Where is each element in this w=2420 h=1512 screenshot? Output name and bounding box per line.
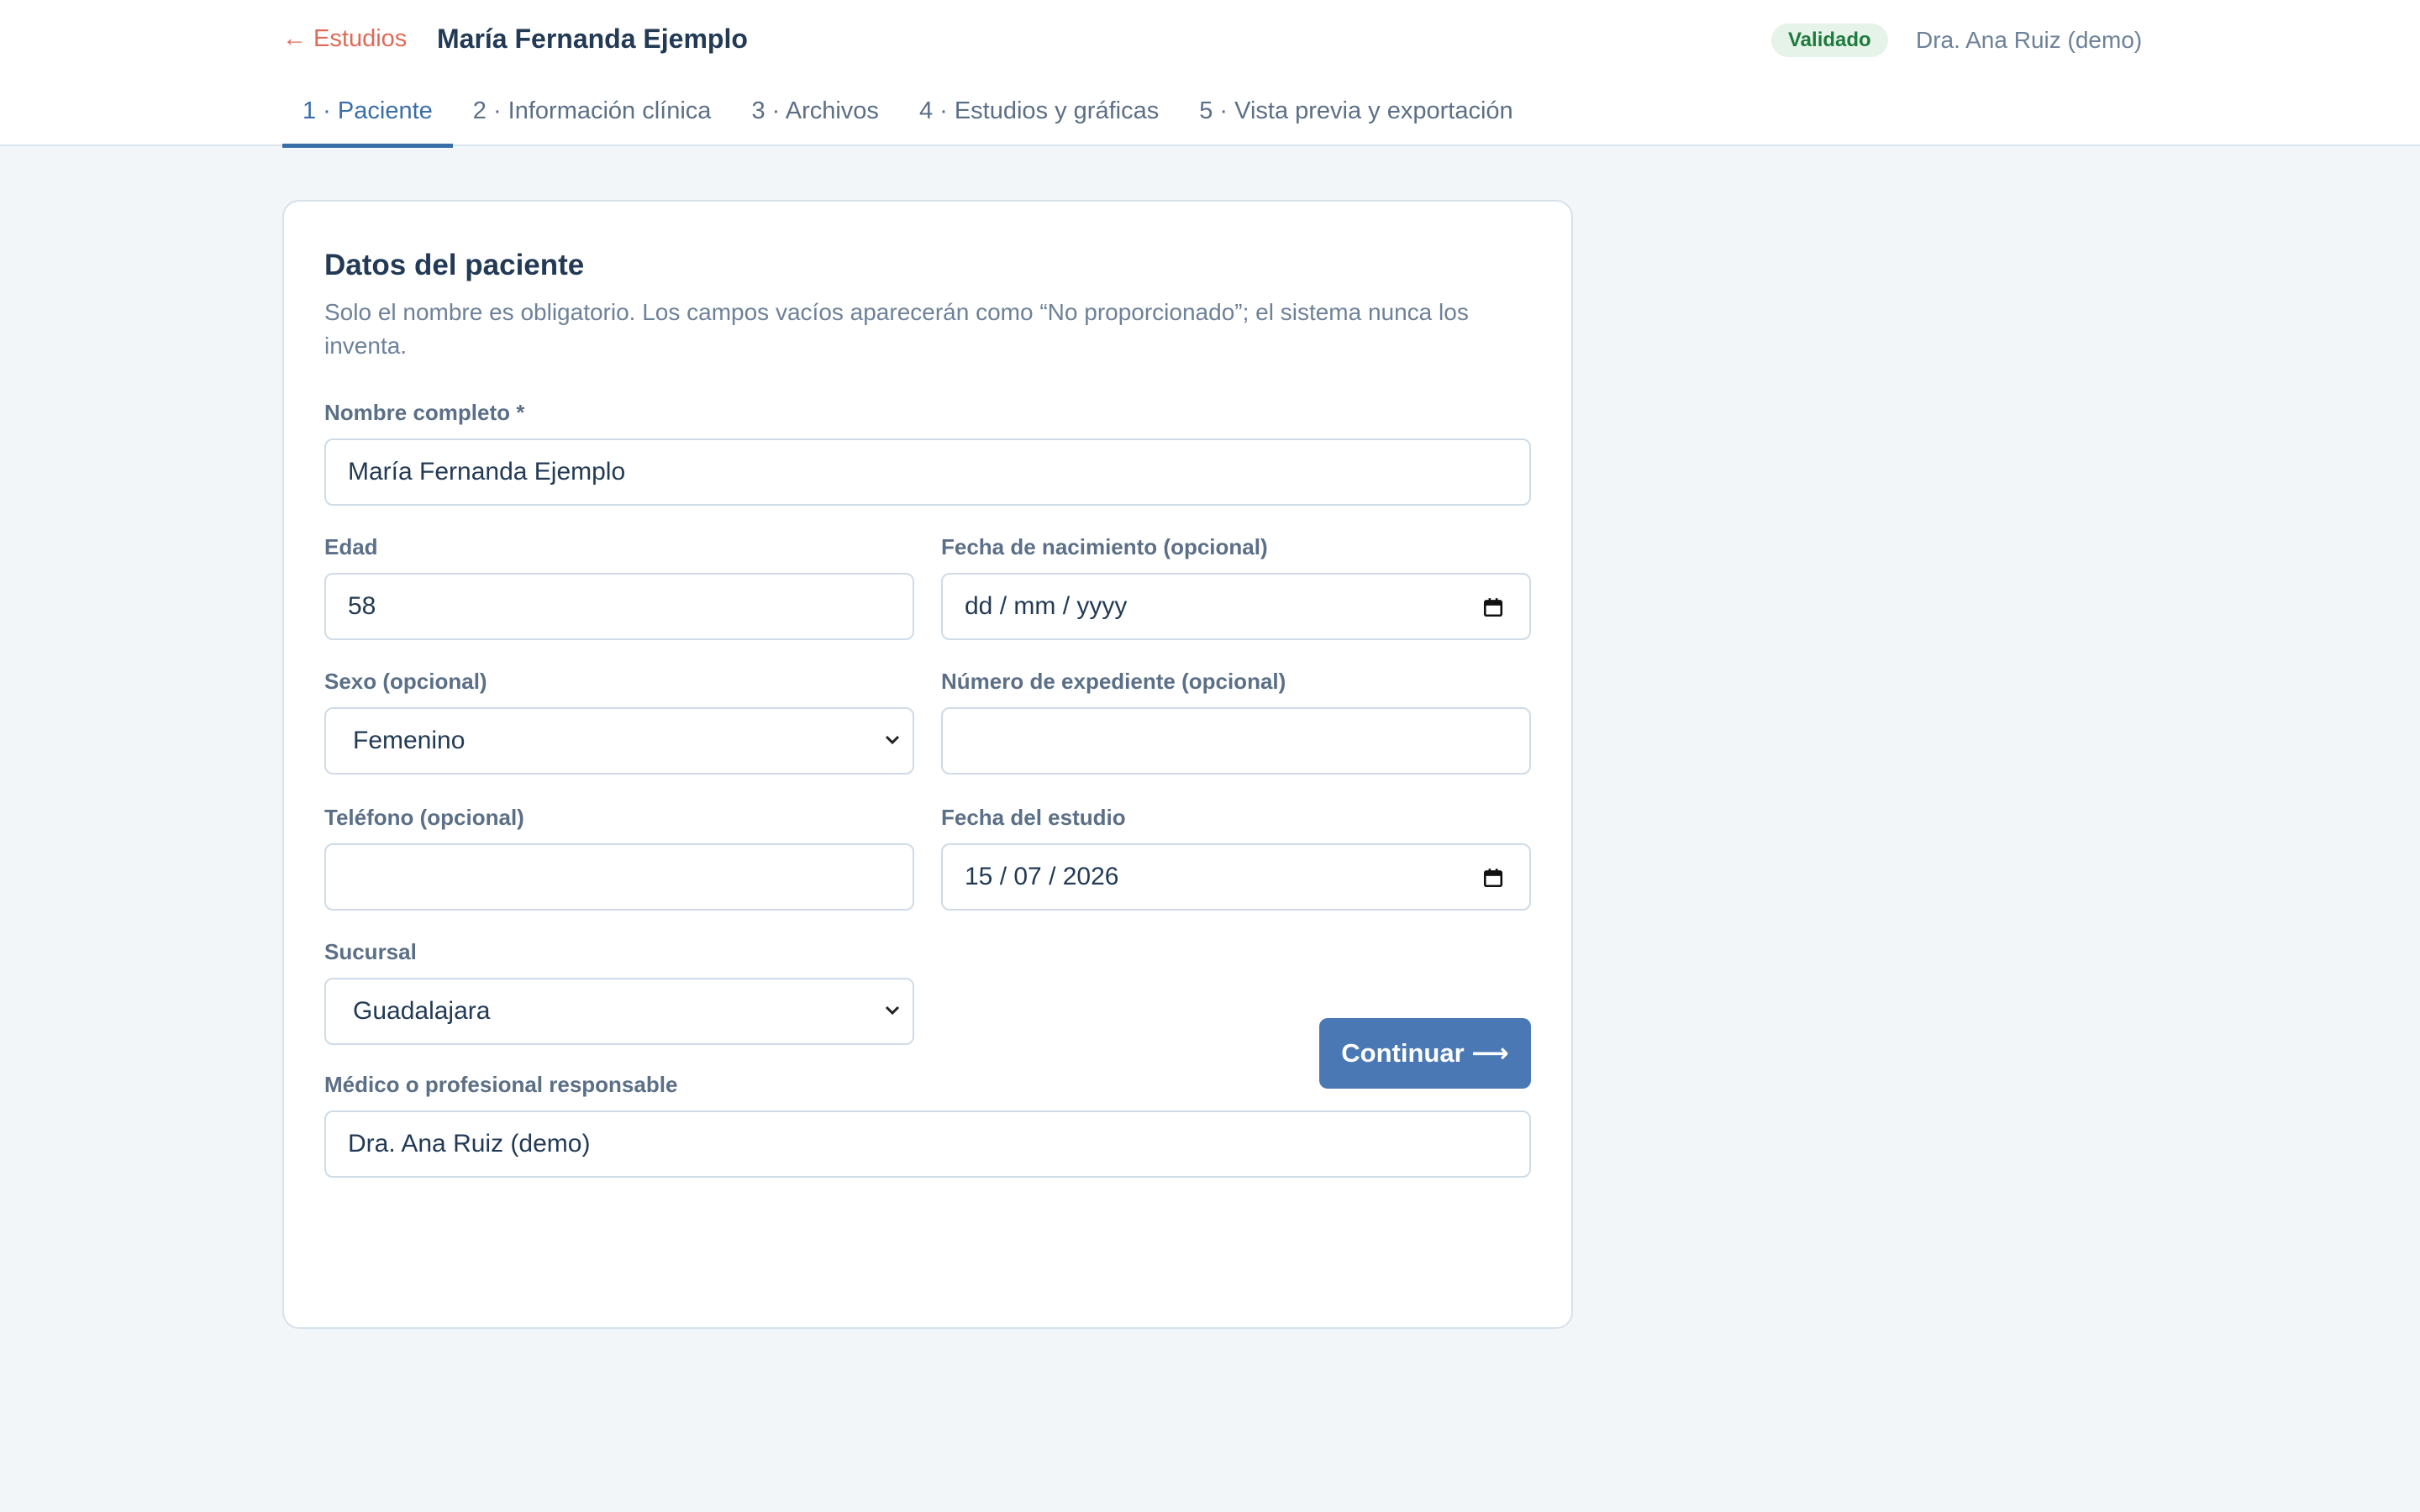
age-label: Edad <box>324 534 378 559</box>
calendar-icon[interactable] <box>1482 867 1504 889</box>
step-tabs: 1 · Paciente 2 · Información clínica 3 ·… <box>282 89 1534 148</box>
birth-date-label: Fecha de nacimiento (opcional) <box>941 534 1268 559</box>
sex-select[interactable]: Femenino <box>324 707 914 774</box>
full-name-label: Nombre completo * <box>324 400 525 425</box>
form-title: Datos del paciente <box>324 249 585 281</box>
back-to-studies-link[interactable]: ← Estudios <box>282 25 407 53</box>
age-value: 58 <box>348 592 376 620</box>
sex-value: Femenino <box>353 727 466 754</box>
chevron-down-icon <box>885 1005 900 1016</box>
phone-label: Teléfono (opcional) <box>324 805 524 830</box>
record-number-input[interactable] <box>941 707 1531 774</box>
branch-select[interactable]: Guadalajara <box>324 978 914 1045</box>
physician-label: Médico o profesional responsable <box>324 1072 678 1097</box>
full-name-value: María Fernanda Ejemplo <box>348 458 626 486</box>
study-date-value: 15 / 07 / 2026 <box>965 863 1119 890</box>
back-link-label[interactable]: ← Estudios <box>282 25 407 53</box>
record-number-label: Número de expediente (opcional) <box>941 669 1286 694</box>
birth-date-input[interactable]: dd / mm / yyyy <box>941 573 1531 640</box>
branch-label: Sucursal <box>324 939 417 964</box>
study-date-label: Fecha del estudio <box>941 805 1126 830</box>
branch-value: Guadalajara <box>353 997 491 1025</box>
tab-vista-previa[interactable]: 5 · Vista previa y exportación <box>1179 89 1533 146</box>
patient-form-card: Datos del paciente Solo el nombre es obl… <box>282 200 1573 1329</box>
top-bar: ← Estudios María Fernanda Ejemplo Valida… <box>0 0 2420 148</box>
full-name-input[interactable]: María Fernanda Ejemplo <box>324 438 1531 506</box>
tab-informacion-clinica[interactable]: 2 · Información clínica <box>453 89 732 146</box>
tab-estudios-graficas[interactable]: 4 · Estudios y gráficas <box>899 89 1179 146</box>
page-title: María Fernanda Ejemplo <box>437 24 748 54</box>
tab-paciente[interactable]: 1 · Paciente <box>282 89 453 148</box>
physician-value: Dra. Ana Ruiz (demo) <box>348 1130 591 1158</box>
continue-button[interactable]: Continuar ⟶ <box>1319 1018 1531 1089</box>
current-user: Dra. Ana Ruiz (demo) <box>1916 27 2143 53</box>
phone-input[interactable] <box>324 843 914 911</box>
physician-input[interactable]: Dra. Ana Ruiz (demo) <box>324 1110 1531 1178</box>
sex-label: Sexo (opcional) <box>324 669 487 694</box>
tab-archivos[interactable]: 3 · Archivos <box>731 89 899 146</box>
chevron-down-icon <box>885 735 900 745</box>
study-date-input[interactable]: 15 / 07 / 2026 <box>941 843 1531 911</box>
status-badge: Validado <box>1771 24 1888 57</box>
birth-date-value: dd / mm / yyyy <box>965 592 1128 620</box>
form-description: Solo el nombre es obligatorio. Los campo… <box>324 299 1469 359</box>
calendar-icon[interactable] <box>1482 596 1504 618</box>
age-input[interactable]: 58 <box>324 573 914 640</box>
